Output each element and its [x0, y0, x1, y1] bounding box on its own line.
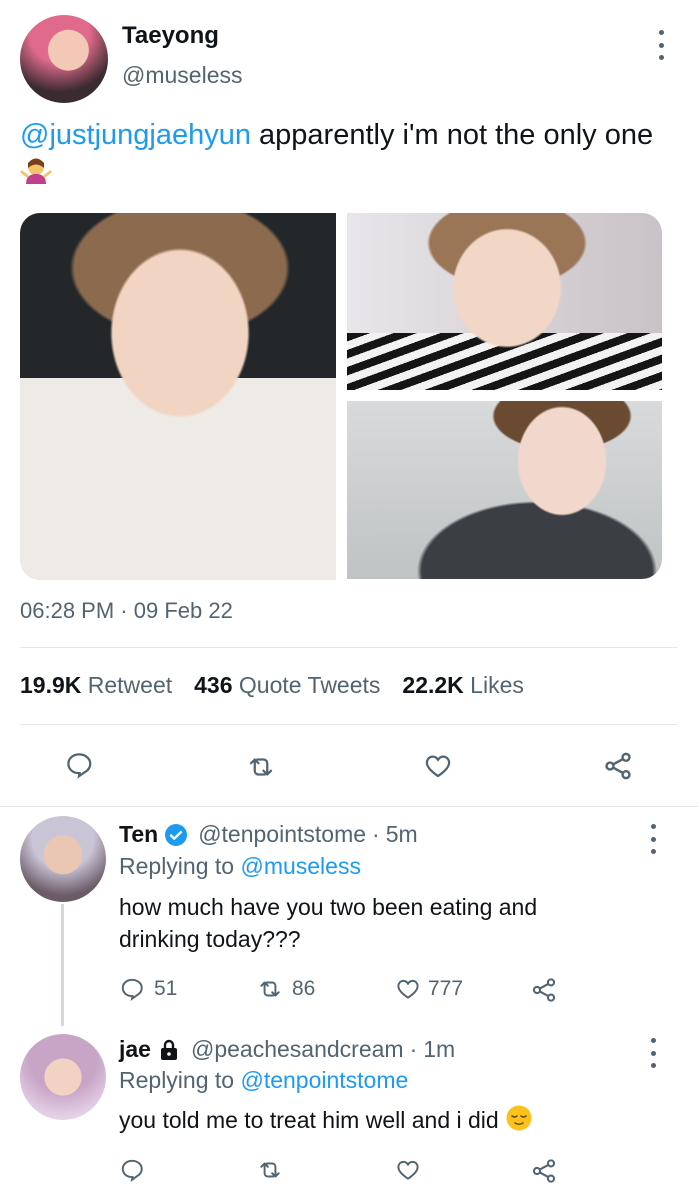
lock-icon: [157, 1038, 181, 1062]
reply-icon[interactable]: [118, 975, 146, 1003]
replying-to-label: Replying to: [119, 853, 235, 879]
relieved-face-emoji-icon: [505, 1104, 533, 1140]
more-icon[interactable]: [650, 30, 672, 60]
retweet-icon[interactable]: [255, 1156, 285, 1184]
reply-text: how much have you two been eating and dr…: [119, 894, 538, 952]
retweet-icon[interactable]: [255, 975, 285, 1003]
divider: [20, 647, 678, 648]
tweet-date: 09 Feb 22: [133, 598, 233, 623]
share-icon[interactable]: [529, 975, 559, 1005]
replying-to-label: Replying to: [119, 1067, 235, 1093]
reply-text-container: you told me to treat him well and i did: [119, 1104, 639, 1140]
quotes-stat[interactable]: 436 Quote Tweets: [194, 672, 380, 699]
likes-stat[interactable]: 22.2K Likes: [402, 672, 523, 699]
reply-handle[interactable]: @peachesandcream: [191, 1036, 404, 1063]
reply-icon[interactable]: [62, 748, 96, 782]
retweet-count: 86: [292, 977, 316, 1000]
more-icon[interactable]: [642, 824, 664, 854]
replying-to: Replying to @tenpointstome: [119, 1067, 408, 1094]
reply-handle[interactable]: @tenpointstome: [198, 821, 366, 848]
like-icon[interactable]: [393, 1156, 423, 1184]
replying-to-link[interactable]: @tenpointstome: [240, 1067, 408, 1093]
replying-to-link[interactable]: @museless: [240, 853, 361, 879]
tweet-text: @justjungjaehyun apparently i'm not the …: [20, 116, 660, 196]
quotes-label: Quote Tweets: [238, 672, 381, 698]
thread-line: [61, 904, 64, 1026]
tweet-photo-3[interactable]: [347, 401, 662, 579]
reply-header: jae @peachesandcream · 1m: [119, 1036, 456, 1063]
reply-display-name[interactable]: jae: [119, 1036, 151, 1063]
author-handle[interactable]: @museless: [122, 62, 243, 89]
quotes-count: 436: [194, 672, 233, 698]
like-icon[interactable]: [420, 748, 456, 784]
divider: [20, 724, 678, 725]
verified-badge-icon: [164, 823, 188, 847]
reply-avatar-jae[interactable]: [20, 1034, 106, 1120]
share-icon[interactable]: [529, 1156, 559, 1186]
tweet-timestamp[interactable]: 06:28 PM · 09 Feb 22: [20, 598, 233, 624]
tweet-body: apparently i'm not the only one: [250, 119, 654, 151]
retweets-label: Retweet: [87, 672, 173, 698]
reply-time[interactable]: 5m: [386, 821, 418, 848]
retweets-count: 19.9K: [20, 672, 82, 698]
tweet-photo-1[interactable]: [20, 213, 336, 580]
tweet-photo-2[interactable]: [347, 213, 662, 390]
likes-count: 22.2K: [402, 672, 464, 698]
tweet-stats: 19.9K Retweet 436 Quote Tweets 22.2K Lik…: [20, 672, 524, 699]
like-icon[interactable]: [393, 975, 423, 1003]
person-shrugging-emoji-icon: [20, 154, 52, 196]
like-count: 777: [428, 977, 464, 1000]
author-avatar[interactable]: [20, 15, 108, 103]
likes-label: Likes: [470, 672, 524, 698]
reply-display-name[interactable]: Ten: [119, 821, 158, 848]
author-display-name[interactable]: Taeyong: [122, 22, 219, 50]
retweet-icon[interactable]: [243, 750, 279, 784]
reply-avatar-ten[interactable]: [20, 816, 106, 902]
divider: [0, 806, 698, 807]
tweet-time: 06:28 PM: [20, 598, 115, 623]
mention-link[interactable]: @justjungjaehyun: [20, 119, 251, 151]
more-icon[interactable]: [642, 1038, 664, 1068]
share-icon[interactable]: [600, 748, 636, 784]
retweets-stat[interactable]: 19.9K Retweet: [20, 672, 172, 699]
reply-icon[interactable]: [118, 1156, 146, 1184]
reply-text: you told me to treat him well and i did: [119, 1107, 499, 1134]
replying-to: Replying to @museless: [119, 853, 361, 880]
reply-time[interactable]: 1m: [423, 1036, 455, 1063]
reply-count: 51: [154, 977, 178, 1000]
reply-header: Ten @tenpointstome · 5m: [119, 821, 418, 848]
